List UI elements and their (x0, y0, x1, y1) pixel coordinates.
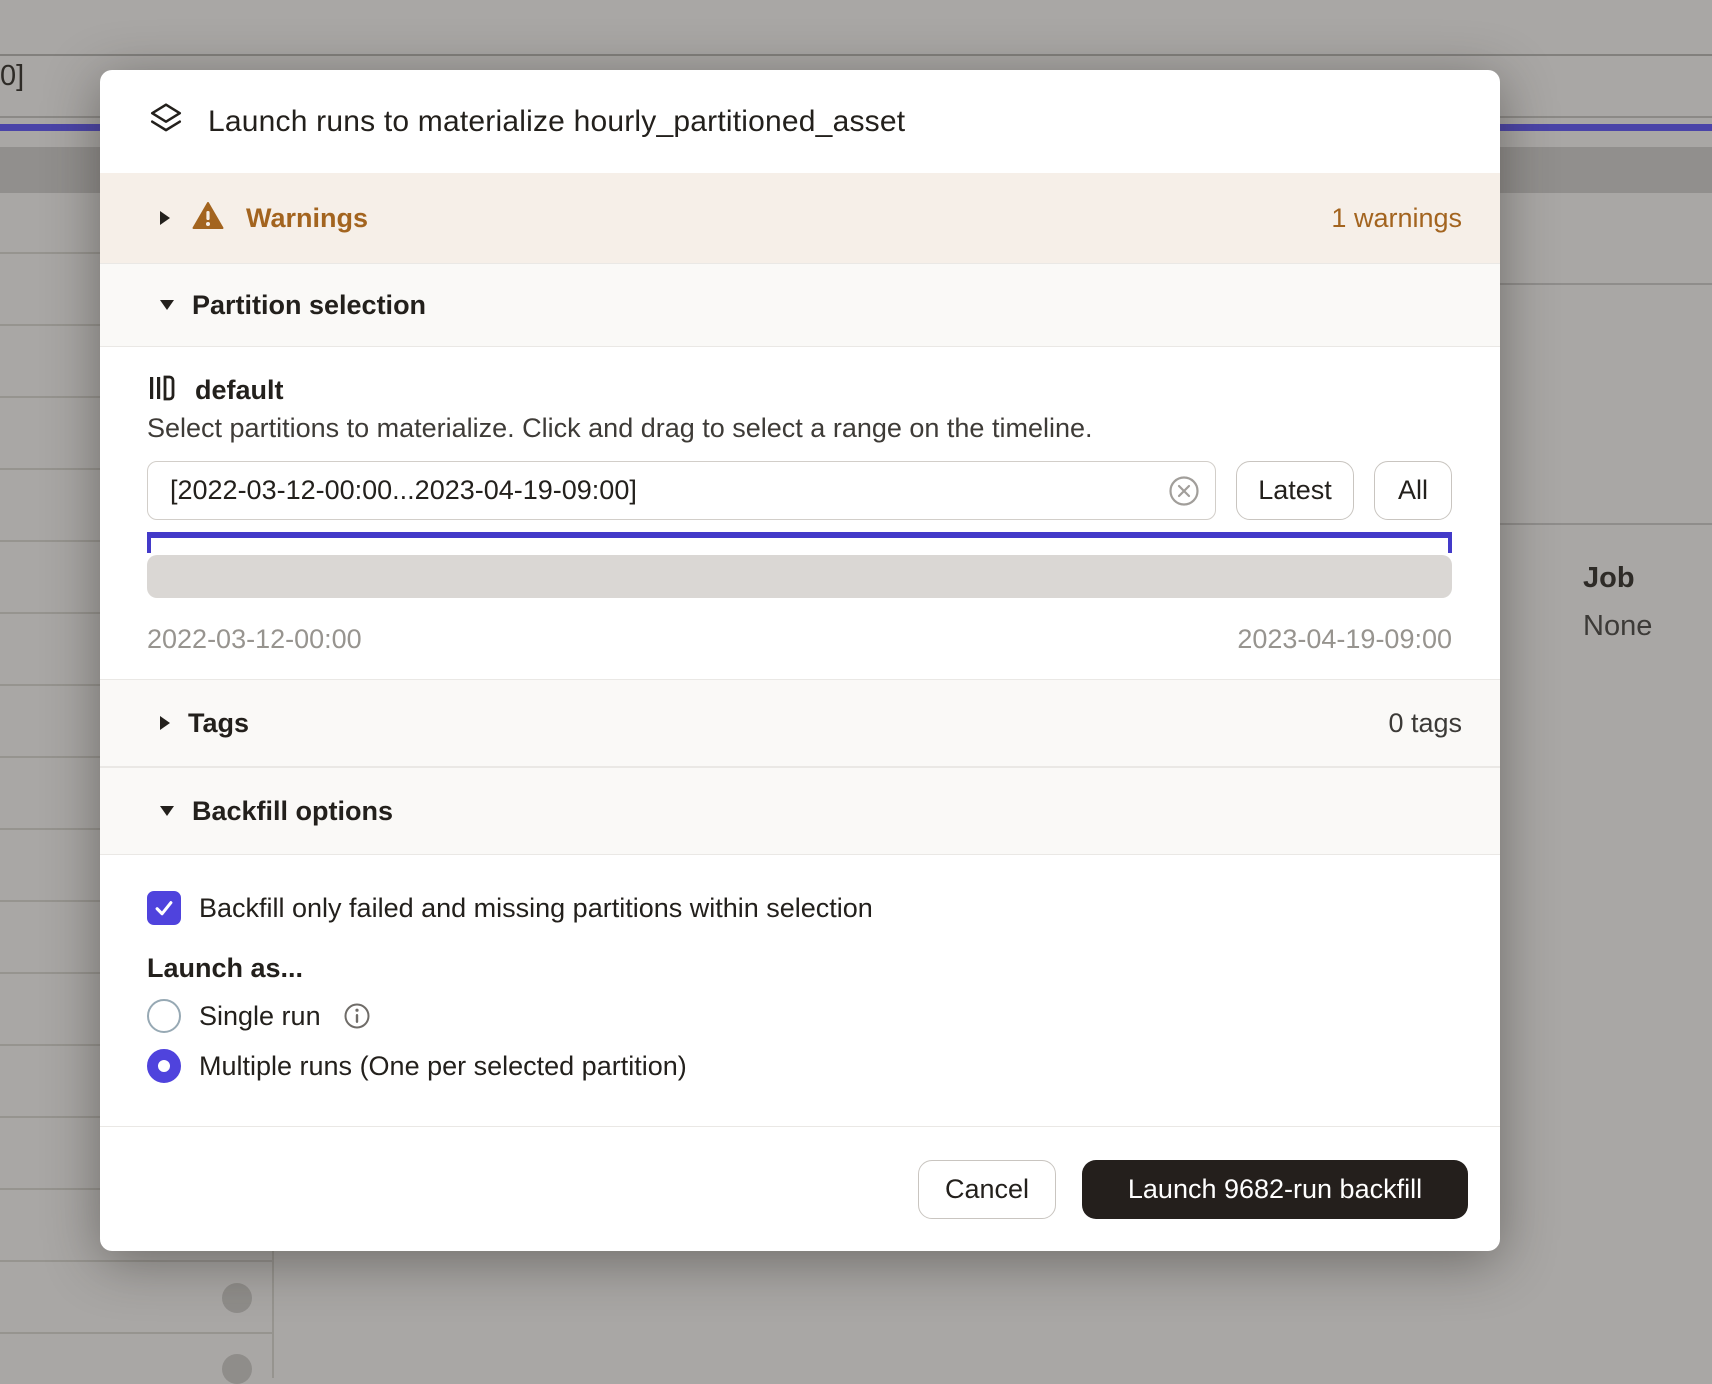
partition-range-input[interactable] (147, 461, 1216, 520)
partition-set-icon (147, 373, 177, 408)
bg-table-line (0, 54, 1712, 56)
radio-label: Single run (199, 1001, 321, 1032)
partition-selection-header: Partition selection (192, 290, 426, 321)
bg-table-line (1500, 523, 1712, 525)
dimension-row: default (147, 373, 1452, 407)
timeline-start-label: 2022-03-12-00:00 (147, 624, 362, 655)
partition-timeline[interactable] (147, 555, 1452, 598)
checkbox[interactable] (147, 891, 181, 925)
bg-row-dot (222, 1283, 252, 1313)
partition-selection-content: default Select partitions to materialize… (100, 347, 1500, 679)
cancel-button[interactable]: Cancel (918, 1160, 1056, 1219)
bg-row-dot (222, 1354, 252, 1384)
chevron-down-icon (160, 300, 174, 310)
tags-section-toggle[interactable]: Tags 0 tags (100, 679, 1500, 767)
bg-partial-input-text: 0] (0, 60, 24, 93)
bg-job-column-value: None (1583, 610, 1652, 643)
radio-label: Multiple runs (One per selected partitio… (199, 1051, 687, 1082)
latest-button[interactable]: Latest (1236, 461, 1354, 520)
range-input-wrap (147, 461, 1216, 520)
single-run-option[interactable]: Single run (147, 999, 1500, 1033)
dialog-header: Launch runs to materialize hourly_partit… (100, 70, 1500, 173)
chevron-right-icon (160, 716, 170, 730)
timeline-date-labels: 2022-03-12-00:00 2023-04-19-09:00 (147, 624, 1452, 655)
bg-table-line (1500, 283, 1712, 285)
backfill-options-content: Backfill only failed and missing partiti… (100, 855, 1500, 1126)
radio-button[interactable] (147, 1049, 181, 1083)
launch-as-label: Launch as... (147, 953, 1500, 985)
partition-help-text: Select partitions to materialize. Click … (147, 413, 1452, 445)
bg-table-line (100, 1332, 272, 1334)
warnings-count: 1 warnings (1331, 203, 1462, 234)
selection-end-tick (1448, 532, 1452, 553)
bg-column-divider (272, 1251, 274, 1378)
launch-backfill-dialog: Launch runs to materialize hourly_partit… (100, 70, 1500, 1251)
all-button[interactable]: All (1374, 461, 1452, 520)
dialog-title: Launch runs to materialize hourly_partit… (208, 105, 905, 139)
backfill-options-toggle[interactable]: Backfill options (100, 767, 1500, 855)
missing-failed-checkbox-row[interactable]: Backfill only failed and missing partiti… (147, 891, 1500, 925)
warning-triangle-icon (192, 201, 224, 236)
bg-job-column-header: Job (1583, 562, 1635, 595)
checkbox-label: Backfill only failed and missing partiti… (199, 893, 873, 924)
dimension-name: default (195, 375, 284, 406)
info-icon[interactable] (343, 1002, 371, 1030)
warnings-section-toggle[interactable]: Warnings 1 warnings (100, 173, 1500, 263)
dialog-footer: Cancel Launch 9682-run backfill (100, 1126, 1500, 1251)
partition-selection-toggle[interactable]: Partition selection (100, 263, 1500, 347)
warnings-label: Warnings (246, 203, 368, 234)
asset-layers-icon (148, 101, 184, 142)
launch-backfill-button[interactable]: Launch 9682-run backfill (1082, 1160, 1468, 1219)
chevron-right-icon (160, 211, 170, 225)
tags-header: Tags (188, 708, 249, 739)
selection-start-tick (147, 532, 151, 553)
timeline-end-label: 2023-04-19-09:00 (1237, 624, 1452, 655)
clear-selection-icon[interactable] (1168, 475, 1200, 507)
selection-range-indicator (147, 532, 1452, 538)
radio-button[interactable] (147, 999, 181, 1033)
bg-table-rows (0, 194, 100, 1378)
multiple-runs-option[interactable]: Multiple runs (One per selected partitio… (147, 1049, 1500, 1083)
chevron-down-icon (160, 806, 174, 816)
tags-count: 0 tags (1388, 708, 1462, 739)
partition-input-row: Latest All (147, 461, 1452, 520)
bg-table-line (100, 1260, 272, 1262)
backfill-options-header: Backfill options (192, 796, 393, 827)
